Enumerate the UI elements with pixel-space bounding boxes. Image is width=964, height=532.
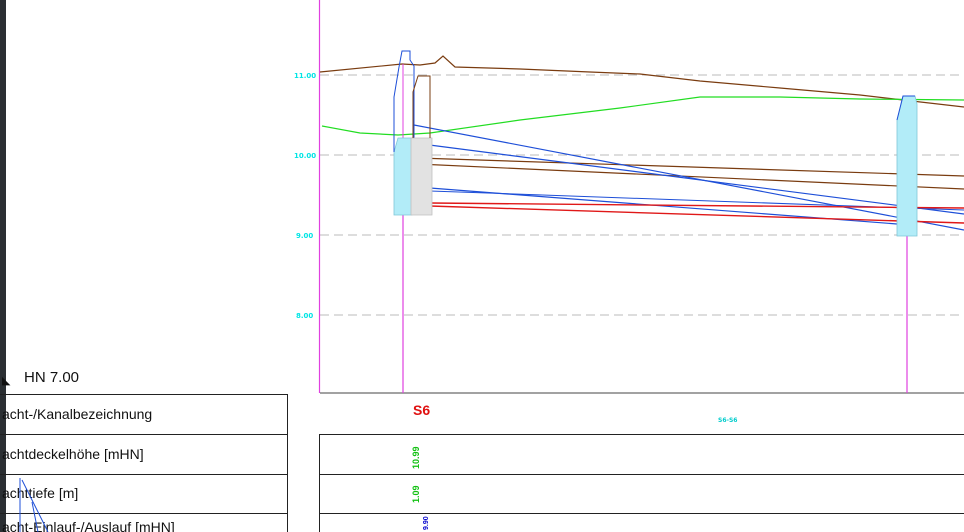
shaft-name-label: S6 (413, 402, 430, 418)
shaft-tiefe-value: 1.09 (411, 485, 421, 503)
y-tick-label: 9.00 (296, 232, 313, 240)
shaft-s6[interactable] (393, 50, 415, 393)
y-tick-label: 11.00 (294, 72, 316, 80)
table-row-label: achttiefe [m] (2, 485, 78, 501)
longitudinal-profile: 11.00 10.00 9.00 8.00 ◣ HN 7.00 acht-/Ka… (0, 0, 964, 532)
table-row-label: acht-/Kanalbezeichnung (2, 406, 152, 422)
segment-name-label: S6-S6 (718, 417, 737, 424)
y-tick-label: 8.00 (296, 312, 313, 320)
shaft-outline (412, 75, 431, 138)
pipe-brown-lower (417, 163, 964, 190)
table-row-label: achtdeckelhöhe [mHN] (2, 446, 144, 462)
table-row-label: acht-Einlauf-/Auslauf [mHN] (2, 519, 175, 532)
shaft-right[interactable] (896, 95, 918, 393)
shaft-deckelhoehe-value: 10.99 (411, 446, 421, 469)
pipe-brown-upper (417, 157, 964, 177)
shaft-einlauf-value: 9.90 (423, 516, 430, 530)
green-line (321, 96, 964, 136)
y-tick-label: 10.00 (294, 152, 316, 160)
hn-arrow-icon: ◣ (2, 374, 11, 387)
shaft-body (896, 95, 918, 237)
shaft-body (393, 137, 413, 216)
shaft-outline (393, 50, 415, 152)
shaft-body (410, 137, 433, 216)
reference-level-label: HN 7.00 (24, 369, 79, 386)
